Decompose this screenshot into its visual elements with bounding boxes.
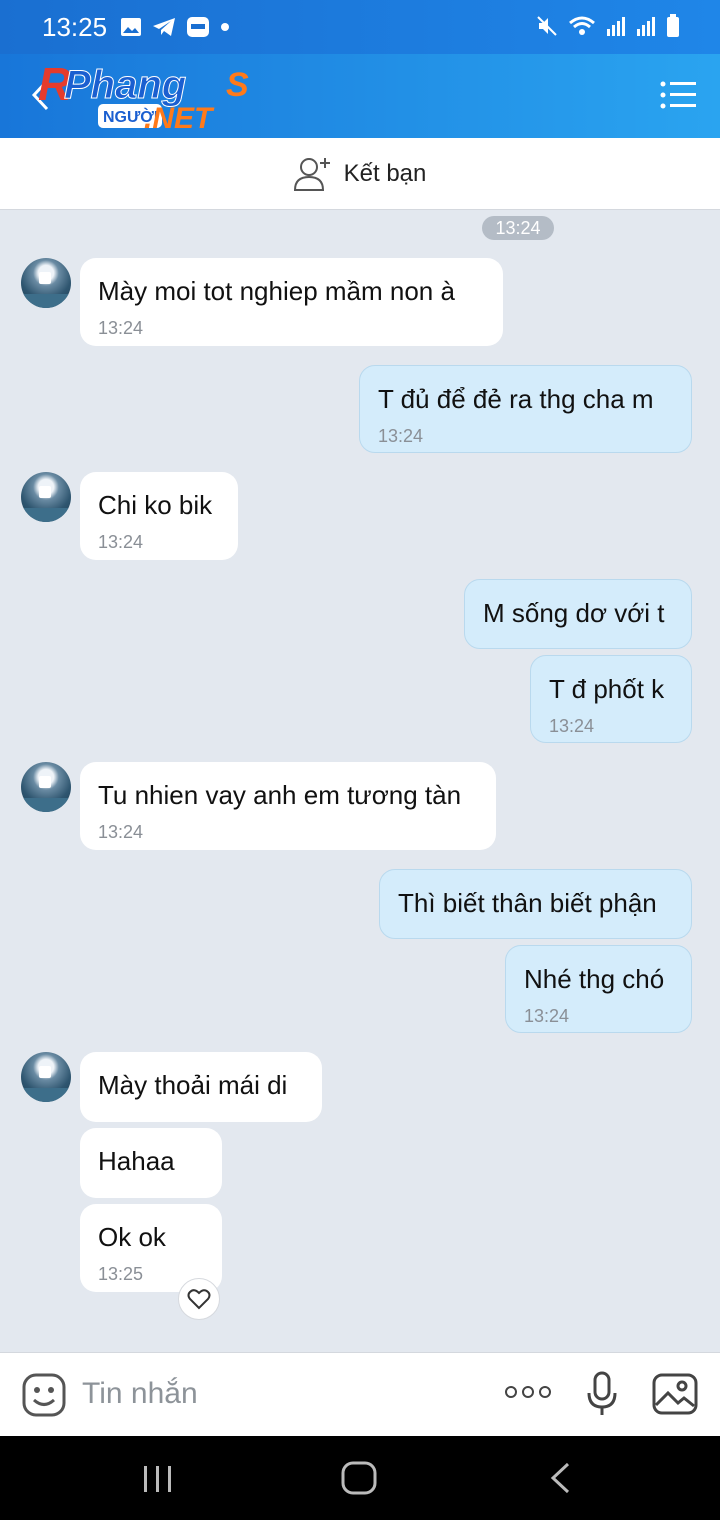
time-separator: 13:24: [482, 216, 554, 240]
message-text: T đủ để đẻ ra thg cha m: [378, 384, 654, 414]
message-time: 13:24: [378, 426, 424, 446]
heart-icon: [187, 1289, 211, 1310]
message-time: 13:24: [549, 716, 595, 736]
avatar[interactable]: [21, 762, 71, 812]
message-text: Thì biết thân biết phận: [398, 888, 657, 918]
message-time: 13:24: [524, 1006, 570, 1026]
message-text: Mày thoải mái di: [98, 1070, 288, 1100]
message-time: 13:24: [98, 318, 144, 338]
add-friend-button[interactable]: Kết bạn: [0, 138, 720, 210]
message-text: Ok ok: [98, 1222, 166, 1252]
status-notification-icons: [120, 16, 230, 38]
message-incoming[interactable]: Chi ko bik 13:24: [80, 472, 238, 560]
message-input-bar: Tin nhắn: [0, 1352, 720, 1436]
message-input[interactable]: Tin nhắn: [82, 1377, 198, 1411]
logo-s: S: [226, 66, 249, 104]
message-time: 13:24: [98, 822, 144, 842]
message-incoming[interactable]: Mày moi tot nghiep mầm non à 13:24: [80, 258, 503, 346]
avatar[interactable]: [21, 472, 71, 522]
message-text: Tu nhien vay anh em tương tàn: [98, 780, 462, 810]
system-nav-bar: [0, 1436, 720, 1520]
battery-icon: [667, 14, 679, 37]
add-friend-icon: [293, 157, 330, 191]
emoji-icon[interactable]: [22, 1373, 66, 1417]
site-logo: R Phang S NGƯỜI .NET: [38, 60, 249, 134]
status-system-icons: [536, 14, 680, 38]
message-text: Hahaa: [98, 1146, 175, 1176]
message-text: M sống dơ với t: [483, 598, 665, 628]
photo-icon: [121, 18, 141, 36]
avatar[interactable]: [21, 1052, 71, 1102]
message-outgoing[interactable]: T đ phốt k 13:24: [530, 655, 692, 743]
dot-icon: [221, 23, 229, 31]
avatar[interactable]: [21, 258, 71, 308]
logo-net: .NET: [144, 102, 215, 134]
react-heart-button[interactable]: [178, 1278, 220, 1320]
image-icon[interactable]: [652, 1373, 698, 1415]
more-icon[interactable]: [504, 1385, 552, 1399]
message-outgoing[interactable]: M sống dơ với t: [464, 579, 692, 649]
message-outgoing[interactable]: T đủ để đẻ ra thg cha m 13:24: [359, 365, 692, 453]
menu-icon[interactable]: [660, 80, 696, 110]
app-header: R Phang S NGƯỜI .NET: [0, 54, 720, 138]
message-incoming[interactable]: Tu nhien vay anh em tương tàn 13:24: [80, 762, 496, 850]
message-incoming[interactable]: Hahaa: [80, 1128, 222, 1198]
status-bar: 13:25: [0, 0, 720, 54]
message-time: 13:25: [98, 1264, 144, 1284]
status-time: 13:25: [42, 12, 108, 42]
message-text: Nhé thg chó: [524, 964, 665, 994]
add-friend-label: Kết bạn: [343, 159, 427, 187]
mic-icon[interactable]: [586, 1371, 618, 1417]
logo-main: Phang: [64, 63, 186, 107]
zalo-icon: [187, 17, 209, 37]
message-outgoing[interactable]: Thì biết thân biết phận: [379, 869, 692, 939]
mute-icon: [537, 16, 557, 36]
chat-area[interactable]: 13:24 Mày moi tot nghiep mầm non à 13:24…: [0, 210, 720, 1352]
message-outgoing[interactable]: Nhé thg chó 13:24: [505, 945, 692, 1033]
message-time: 13:24: [98, 532, 144, 552]
message-text: Mày moi tot nghiep mầm non à: [98, 276, 455, 306]
telegram-icon: [153, 18, 175, 36]
signal-icon-2: [637, 17, 655, 36]
nav-back-icon[interactable]: [548, 1462, 572, 1494]
signal-icon: [607, 17, 625, 36]
message-incoming[interactable]: Mày thoải mái di: [80, 1052, 322, 1122]
nav-home-icon[interactable]: [340, 1460, 378, 1496]
wifi-icon: [569, 16, 595, 35]
message-text: T đ phốt k: [549, 674, 665, 704]
message-text: Chi ko bik: [98, 490, 213, 520]
nav-recent-icon[interactable]: [142, 1464, 174, 1494]
